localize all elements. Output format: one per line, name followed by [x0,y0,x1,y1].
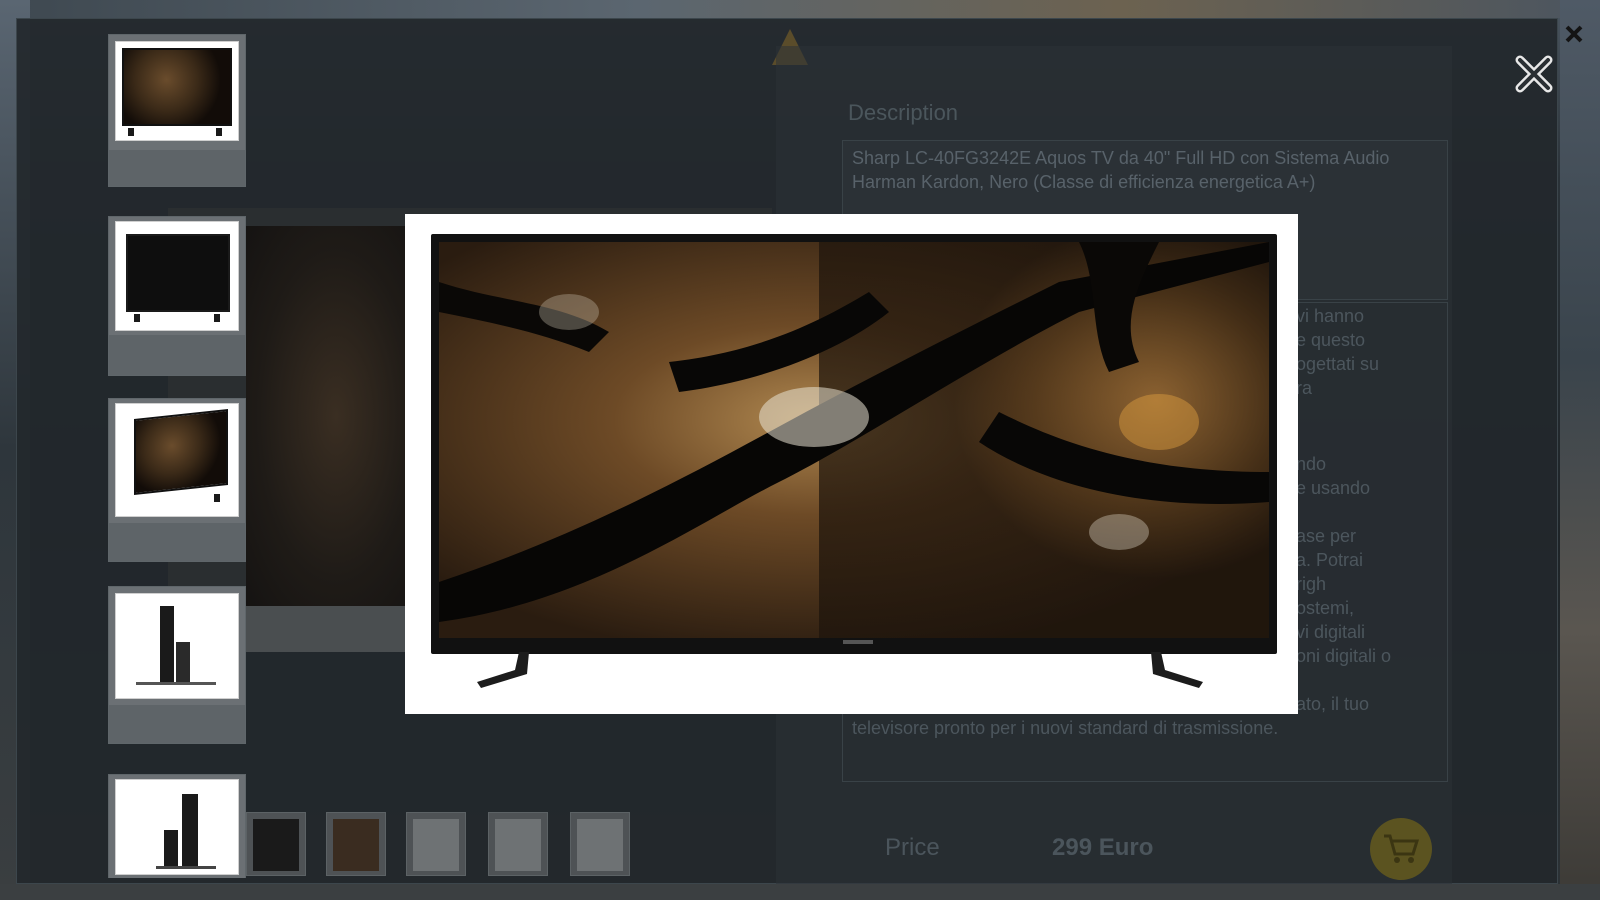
main-image-footer [246,606,426,652]
description-line: e usando [1296,478,1371,498]
shopping-cart-icon [1384,834,1420,863]
background-bottom-strip [0,884,1600,900]
thumbnail-image [115,221,239,331]
description-line: ndo [1296,454,1327,474]
mini-thumbnail[interactable] [570,812,630,876]
thumbnail-side-view[interactable] [108,586,246,744]
tv-brand-logo [843,640,873,644]
close-x-icon [1565,25,1583,43]
description-text: Sharp LC-40FG3242E Aquos TV da 40" Full … [852,148,1390,192]
close-x-icon [1515,55,1553,93]
tv-stand-right [1151,652,1203,688]
close-button[interactable] [1512,52,1556,96]
price-value: 299 Euro [1052,834,1154,861]
thumbnail-profile-view[interactable] [108,774,246,878]
thumbnail-image [115,593,239,699]
thumbnail-image [115,403,239,517]
description-line: oni digitali o [1296,646,1392,666]
thumbnail-image [115,41,239,141]
description-heading: Description [848,100,959,125]
thumbnail-back-view[interactable] [108,216,246,376]
mini-thumbnail[interactable] [326,812,386,876]
tv-screen-image [439,242,1269,638]
description-line: televisore pronto per i nuovi standard d… [852,718,1279,738]
mini-thumbnail[interactable] [246,812,306,876]
city-at-night-image [439,242,1269,638]
background-right-edge [1560,0,1600,900]
tv-stand-left [477,652,529,688]
tv-product-image [431,234,1277,654]
background-top-strip [0,0,1600,18]
description-line: righ [1296,574,1327,594]
thumbnail-image [115,779,239,875]
thumbnail-angle-view[interactable] [108,398,246,562]
description-line: vi hanno [1296,306,1365,326]
add-to-cart-button[interactable] [1370,818,1432,880]
image-lightbox[interactable] [405,214,1298,714]
thumbnail-front-view[interactable] [108,34,246,187]
description-line: ato, il tuo [1296,694,1370,714]
app-stage: Description Sharp LC-40FG3242E Aquos TV … [0,0,1600,900]
description-line: vi digitali [1296,622,1366,642]
description-line: e questo [1296,330,1366,350]
description-line: ostemi, [1296,598,1355,618]
mini-thumbnail[interactable] [488,812,548,876]
description-line: ase per [1296,526,1357,546]
price-label: Price [885,834,940,861]
description-line: ra [1296,378,1313,398]
mini-thumbnail[interactable] [406,812,466,876]
main-product-image [246,226,426,606]
description-line: ogettati su [1296,354,1380,374]
description-line: a. Potrai [1296,550,1364,570]
window-close-button[interactable] [1562,22,1586,46]
